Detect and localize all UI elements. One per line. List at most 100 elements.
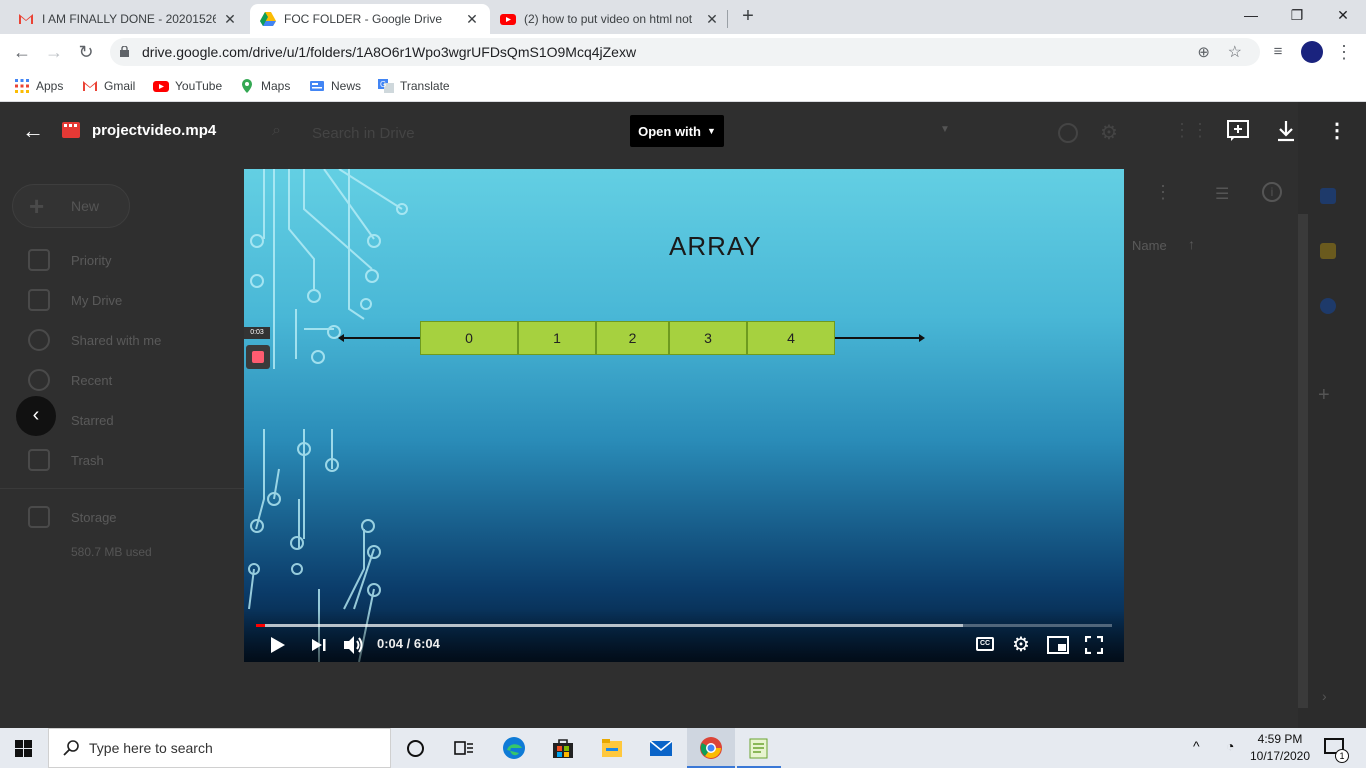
list-view-icon[interactable]: ☰ <box>1215 184 1229 204</box>
taskbar: Type here to search ^ ◔ 4:59 PM 10/17/20… <box>0 728 1366 768</box>
tab-separator <box>727 10 728 28</box>
search-options-icon[interactable]: ▼ <box>940 124 950 135</box>
fullscreen-icon[interactable] <box>1085 636 1103 654</box>
taskbar-clock[interactable]: 4:59 PM 10/17/2020 <box>1248 731 1312 765</box>
nav-label: Trash <box>71 452 104 468</box>
task-view-icon[interactable] <box>452 736 476 760</box>
close-tab-icon[interactable]: ✕ <box>222 11 238 28</box>
bookmark-youtube[interactable]: YouTube <box>153 78 222 94</box>
media-control-icon[interactable]: ≡ <box>1268 42 1288 62</box>
dropdown-arrow-icon: ▼ <box>706 126 716 136</box>
google-apps-icon[interactable]: ⋮⋮ <box>1173 120 1209 141</box>
help-icon[interactable] <box>1058 123 1078 143</box>
more-actions-icon[interactable]: ⋮ <box>1327 118 1347 143</box>
bookmark-gmail[interactable]: Gmail <box>82 78 135 94</box>
array-cell: 3 <box>669 321 747 355</box>
back-arrow-icon[interactable]: ← <box>12 42 32 62</box>
array-cells: 0 1 2 3 4 <box>420 321 835 355</box>
bookmark-apps[interactable]: Apps <box>14 78 63 94</box>
get-addons-icon[interactable]: + <box>1318 384 1330 407</box>
bookmarks-bar: Apps Gmail YouTube Maps News G Translate <box>0 70 1366 102</box>
omnibox[interactable]: drive.google.com/drive/u/1/folders/1A8O6… <box>110 38 1260 66</box>
settings-gear-icon[interactable]: ⚙ <box>1100 120 1118 145</box>
edge-browser-icon[interactable] <box>502 736 526 760</box>
mail-icon[interactable] <box>649 736 673 760</box>
nav-label: Priority <box>71 252 112 268</box>
nav-label: Shared with me <box>71 332 162 348</box>
news-icon <box>310 81 324 91</box>
video-controls: 0:04 / 6:04 CC ⚙ <box>244 609 1124 662</box>
cortana-icon[interactable] <box>407 740 424 757</box>
sort-arrow-icon[interactable]: ↑ <box>1188 236 1195 252</box>
forward-arrow-icon[interactable]: → <box>44 42 64 62</box>
nav-storage[interactable]: Storage <box>28 506 238 528</box>
add-comment-icon[interactable] <box>1227 120 1249 142</box>
keep-icon[interactable] <box>1320 243 1336 259</box>
open-with-button[interactable]: Open with ▼ <box>630 115 724 147</box>
new-tab-button[interactable]: + <box>737 6 759 28</box>
new-button[interactable]: + New <box>12 184 130 228</box>
bookmark-star-icon[interactable]: ☆ <box>1228 42 1242 62</box>
volume-icon[interactable] <box>343 635 365 655</box>
profile-avatar[interactable] <box>1301 41 1323 63</box>
restore-button[interactable]: ❐ <box>1274 0 1320 30</box>
more-options-icon[interactable]: ⋮ <box>1154 182 1172 203</box>
wifi-icon[interactable]: ◔ <box>1226 738 1234 754</box>
nav-recent[interactable]: Recent <box>28 369 238 391</box>
windows-start-icon[interactable] <box>15 740 32 757</box>
nav-priority[interactable]: Priority <box>28 249 238 271</box>
play-icon[interactable] <box>270 636 286 654</box>
seek-bar[interactable] <box>256 624 1112 627</box>
collapse-chevron-icon[interactable]: ‹ <box>16 396 56 436</box>
file-explorer-icon[interactable] <box>600 736 624 760</box>
scrollbar[interactable] <box>1298 214 1308 708</box>
bookmark-news[interactable]: News <box>309 78 361 94</box>
chrome-menu-icon[interactable]: ⋮ <box>1334 42 1354 62</box>
info-icon[interactable]: i <box>1262 182 1282 202</box>
chrome-taskbar-button[interactable] <box>687 728 735 768</box>
bookmark-label: YouTube <box>175 79 223 93</box>
download-icon[interactable] <box>1276 120 1296 142</box>
install-app-icon[interactable]: ⊕ <box>1197 43 1210 61</box>
show-panel-chevron-icon[interactable]: › <box>1322 688 1327 704</box>
nav-starred[interactable]: Starred <box>28 409 238 431</box>
close-window-button[interactable]: ✕ <box>1320 0 1366 30</box>
show-hidden-icons-icon[interactable]: ^ <box>1193 738 1200 754</box>
video-player[interactable]: 0:03 ARRAY 0 1 2 3 4 0:04 / 6:04 CC ⚙ <box>244 169 1124 662</box>
bookmark-label: Gmail <box>104 79 136 93</box>
tab-youtube[interactable]: (2) how to put video on html not ✕ <box>490 4 730 34</box>
tab-google-drive[interactable]: FOC FOLDER - Google Drive ✕ <box>250 4 490 34</box>
apps-grid-icon <box>15 79 29 93</box>
minimize-button[interactable]: — <box>1228 0 1274 30</box>
url-text[interactable]: drive.google.com/drive/u/1/folders/1A8O6… <box>142 44 636 60</box>
bookmark-translate[interactable]: G Translate <box>378 78 450 94</box>
close-tab-icon[interactable]: ✕ <box>464 11 480 28</box>
overlay-timestamp-badge: 0:03 <box>244 327 270 339</box>
nav-label: Starred <box>71 412 114 428</box>
bookmark-maps[interactable]: Maps <box>239 78 290 94</box>
settings-gear-icon[interactable]: ⚙ <box>1012 632 1030 657</box>
nav-trash[interactable]: Trash <box>28 449 238 471</box>
tab-gmail[interactable]: I AM FINALLY DONE - 2020152662 ✕ <box>8 4 248 34</box>
open-with-label: Open with <box>638 123 701 139</box>
sort-by-name[interactable]: Name <box>1132 238 1167 253</box>
plus-icon: + <box>29 191 45 221</box>
microsoft-store-icon[interactable] <box>551 736 575 760</box>
close-tab-icon[interactable]: ✕ <box>704 11 720 28</box>
notepad-taskbar-button[interactable] <box>737 728 781 768</box>
buffered-bar <box>256 624 964 627</box>
next-icon[interactable] <box>311 638 327 652</box>
back-arrow-icon[interactable]: ← <box>22 118 44 144</box>
miniplayer-icon[interactable] <box>1047 636 1069 654</box>
bookmark-label: News <box>331 79 362 93</box>
taskbar-search-box[interactable]: Type here to search <box>48 728 391 768</box>
nav-my-drive[interactable]: My Drive <box>28 289 238 311</box>
captions-icon[interactable]: CC <box>976 637 994 651</box>
tasks-icon[interactable] <box>1320 298 1336 314</box>
calendar-icon[interactable] <box>1320 188 1336 204</box>
circuit-decoration <box>248 169 408 662</box>
reload-icon[interactable]: ↻ <box>76 42 96 62</box>
nav-shared-with-me[interactable]: Shared with me <box>28 329 238 351</box>
storage-icon <box>28 506 50 528</box>
array-cell: 0 <box>420 321 518 355</box>
